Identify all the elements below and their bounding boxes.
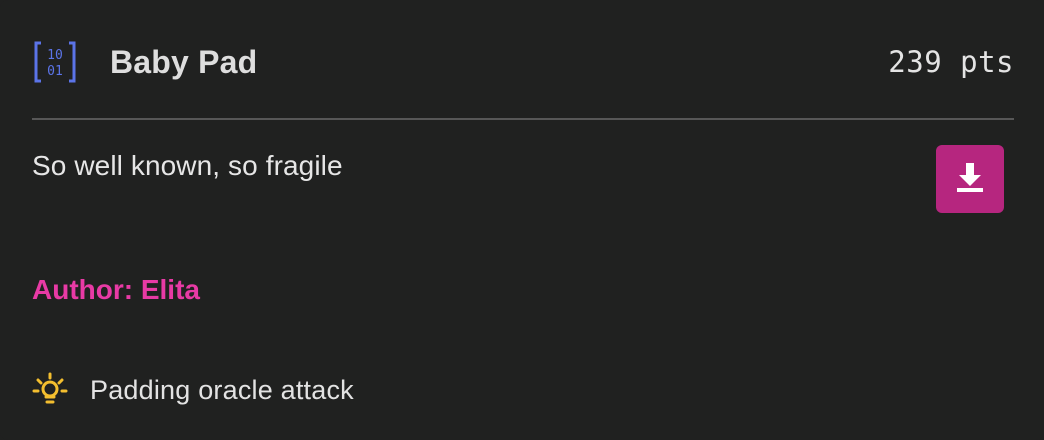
challenge-title: Baby Pad [110, 43, 258, 80]
challenge-header: 10 01 Baby Pad 239 pts [32, 34, 1014, 90]
challenge-author: Author: Elita [32, 274, 200, 305]
download-icon [953, 160, 987, 199]
header-divider [32, 118, 1014, 120]
svg-text:01: 01 [47, 64, 63, 79]
challenge-card: 10 01 Baby Pad 239 pts So well known, so… [0, 0, 1044, 440]
download-button[interactable] [936, 145, 1004, 213]
binary-icon: 10 01 [32, 39, 78, 85]
challenge-points: 239 pts [888, 45, 1014, 79]
lightbulb-icon [32, 370, 68, 410]
hint-text: Padding oracle attack [90, 374, 354, 405]
challenge-hint: Padding oracle attack [32, 370, 354, 410]
challenge-description: So well known, so fragile [32, 150, 343, 181]
svg-text:10: 10 [47, 48, 63, 63]
